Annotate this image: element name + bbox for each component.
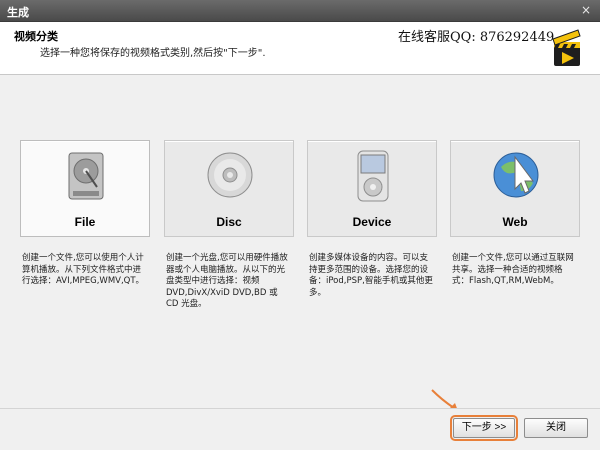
card-web-description: 创建一个文件,您可以通过互联网共享。选择一种合适的视频格式：Flash,QT,R… xyxy=(452,253,574,286)
footer-bar: 下一步 >> 关闭 xyxy=(0,408,600,450)
card-web[interactable]: Web xyxy=(450,140,580,237)
page-subtitle: 选择一种您将保存的视频格式类别,然后按"下一步". xyxy=(40,48,266,59)
card-file-label: File xyxy=(74,215,96,229)
card-web-label: Web xyxy=(502,215,528,229)
page-title: 视频分类 xyxy=(14,30,58,43)
hard-drive-icon xyxy=(68,152,104,200)
close-button[interactable]: 关闭 xyxy=(524,418,588,438)
media-player-icon xyxy=(357,150,389,202)
title-bar: 生成 × xyxy=(0,0,600,22)
disc-icon xyxy=(207,152,253,198)
card-disc[interactable]: Disc xyxy=(164,140,294,237)
card-device[interactable]: Device xyxy=(307,140,437,237)
globe-cursor-icon xyxy=(493,152,539,198)
card-file-description: 创建一个文件,您可以使用个人计算机播放。从下列文件格式中进行选择：AVI,MPE… xyxy=(22,253,145,286)
window-title: 生成 xyxy=(7,6,29,19)
card-device-description: 创建多媒体设备的内容。可以支持更多范围的设备。选择您的设备：iPod,PSP,智… xyxy=(309,253,433,298)
clapperboard-logo-icon xyxy=(552,29,581,66)
header-panel: 视频分类 选择一种您将保存的视频格式类别,然后按"下一步". 在线客服QQ: 8… xyxy=(0,22,600,75)
card-device-label: Device xyxy=(352,215,392,229)
card-file[interactable]: File xyxy=(20,140,150,237)
card-disc-description: 创建一个光盘,您可以用硬件播放器或个人电脑播放。从以下的光盘类型中进行选择：视频… xyxy=(166,253,288,309)
category-cards: File Disc Device Web xyxy=(0,140,600,260)
card-disc-label: Disc xyxy=(216,215,242,229)
support-contact: 在线客服QQ: 876292449 xyxy=(398,30,555,45)
close-icon[interactable]: × xyxy=(578,3,594,18)
next-button[interactable]: 下一步 >> xyxy=(450,415,518,441)
